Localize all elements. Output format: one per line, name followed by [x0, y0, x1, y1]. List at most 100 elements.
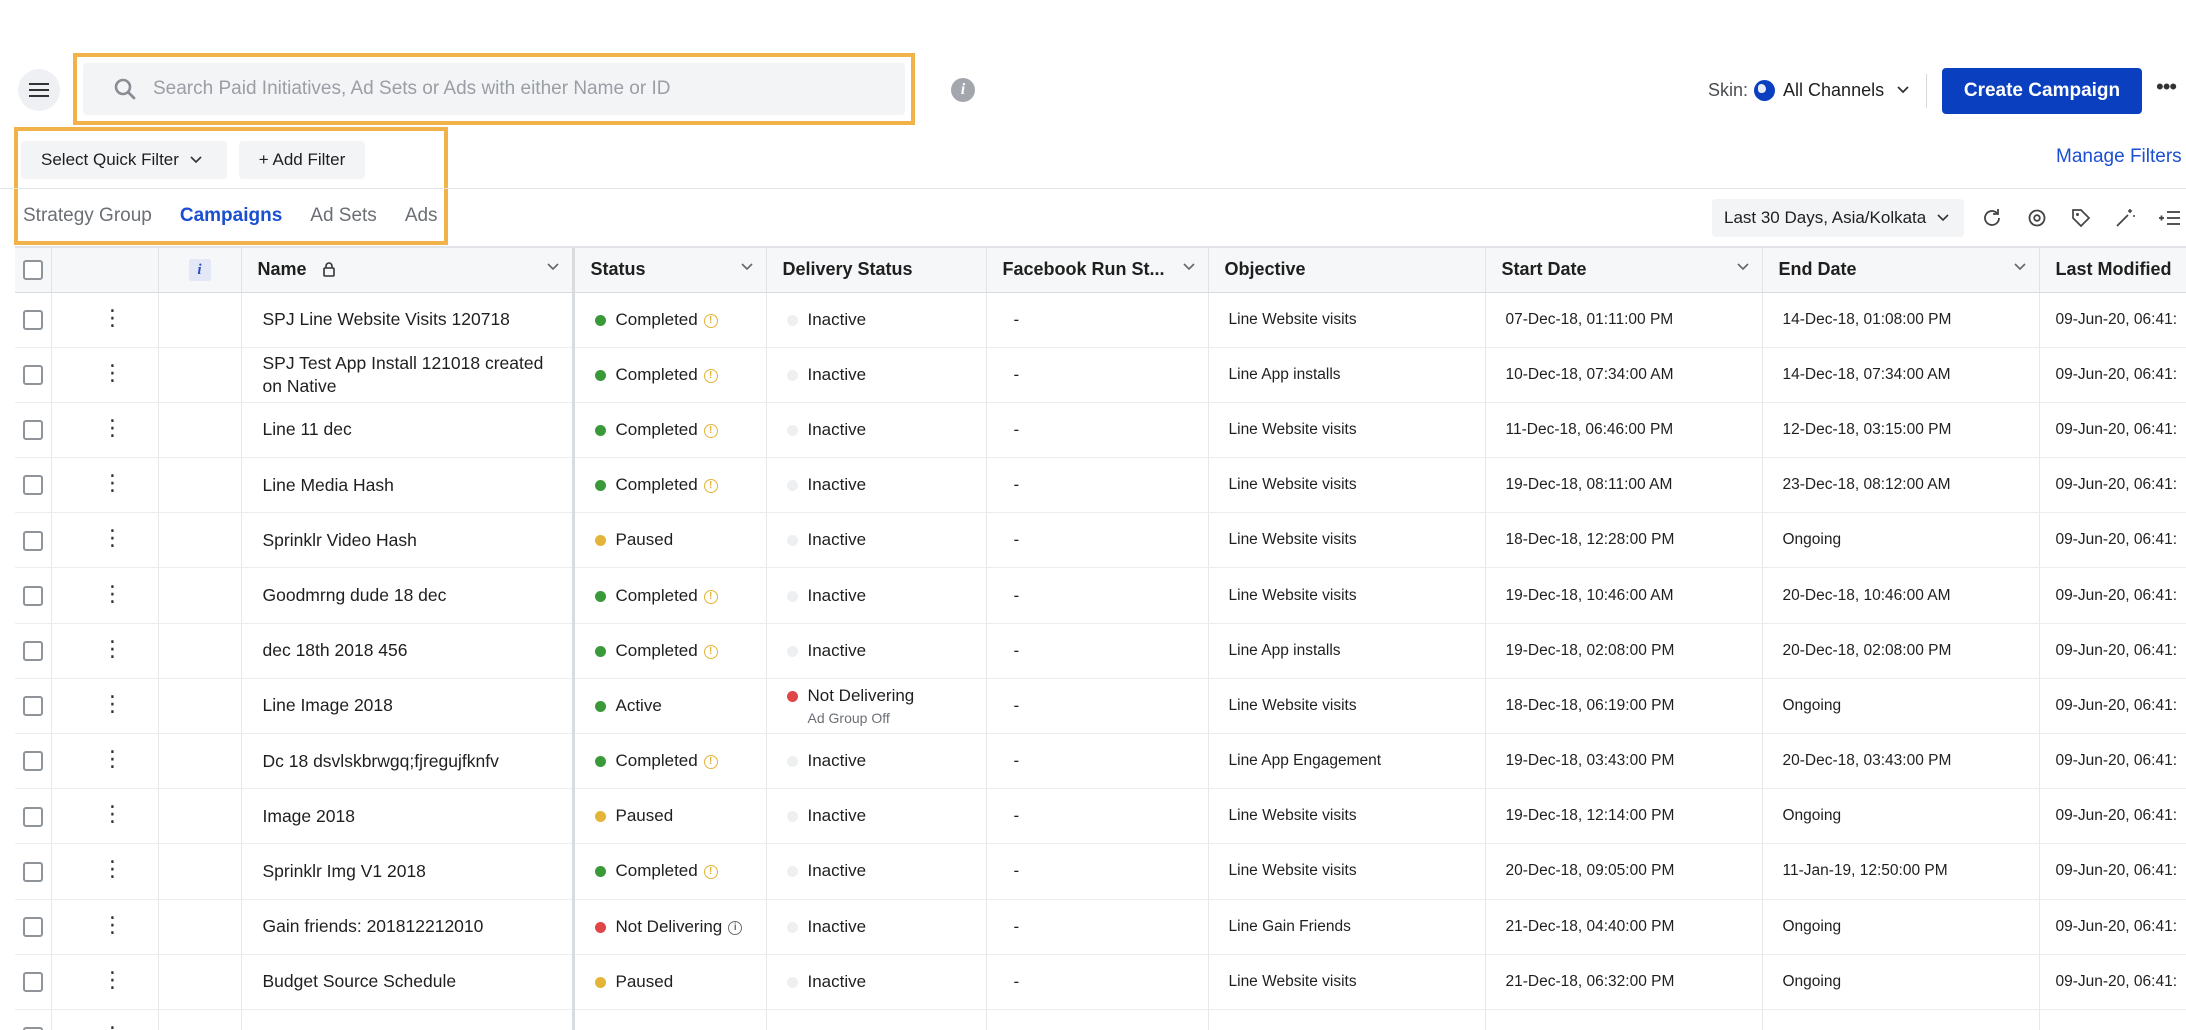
table-row[interactable]: ⋮ Line Image 2018 Active Not Delivering A…: [15, 678, 2186, 735]
kebab-menu-icon[interactable]: ⋮: [102, 913, 124, 935]
table-row[interactable]: ⋮ Budget Source Schedule Paused Inactive…: [15, 954, 2186, 1010]
table-row[interactable]: ⋮ Line Media Hash Completed! Inactive - …: [15, 457, 2186, 514]
header-start-date[interactable]: Start Date: [1485, 248, 1763, 293]
warning-icon[interactable]: !: [703, 865, 718, 880]
campaign-name[interactable]: SPJ Line Website Visits 120718: [241, 292, 575, 348]
row-checkbox[interactable]: [23, 751, 43, 772]
end-date: 11-Jan-19, 12:50:00 PM: [1762, 843, 2040, 900]
skin-selector[interactable]: Skin: All Channels: [1708, 78, 1910, 102]
search-input[interactable]: [153, 78, 853, 100]
add-filter-button[interactable]: + Add Filter: [239, 141, 365, 179]
table-row[interactable]: ⋮ Dc 18 dsvlskbrwgq;fjregujfknfv Complet…: [15, 733, 2186, 790]
tag-icon[interactable]: [2068, 205, 2094, 231]
row-checkbox[interactable]: [23, 806, 43, 827]
row-checkbox[interactable]: [23, 696, 43, 717]
kebab-menu-icon[interactable]: ⋮: [102, 803, 124, 825]
kebab-menu-icon[interactable]: ⋮: [102, 637, 124, 659]
campaign-name[interactable]: Image 2018: [241, 788, 575, 845]
tab-ad-sets[interactable]: Ad Sets: [310, 205, 377, 227]
chevron-down-icon[interactable]: [546, 262, 560, 272]
kebab-menu-icon[interactable]: ⋮: [102, 692, 124, 714]
header-name[interactable]: Name: [241, 248, 575, 293]
table-row[interactable]: ⋮ Sprinklr Img V1 2018 Completed! Inacti…: [15, 843, 2186, 900]
chevron-down-icon[interactable]: [2013, 262, 2027, 272]
row-checkbox[interactable]: [23, 475, 43, 496]
row-checkbox[interactable]: [23, 972, 43, 993]
settings-icon[interactable]: [2024, 205, 2050, 231]
chevron-down-icon[interactable]: [740, 262, 754, 272]
header-facebook-run-status[interactable]: Facebook Run St...: [986, 248, 1209, 293]
more-options-icon[interactable]: •••: [2156, 76, 2182, 104]
manage-filters-link[interactable]: Manage Filters: [2056, 146, 2186, 168]
row-checkbox[interactable]: [23, 585, 43, 606]
warning-icon[interactable]: !: [703, 589, 718, 604]
info-icon[interactable]: i: [728, 920, 743, 935]
warning-icon[interactable]: !: [703, 479, 718, 494]
campaign-name[interactable]: Goodmrng dude 18 dec: [241, 567, 575, 624]
kebab-menu-icon[interactable]: ⋮: [102, 527, 124, 549]
campaign-name[interactable]: Sprinklr Video Hash: [241, 512, 575, 569]
table-row[interactable]: ⋮ dec 18th 2018 456 Completed! Inactive …: [15, 623, 2186, 679]
tab-strategy-group[interactable]: Strategy Group: [23, 205, 152, 227]
kebab-menu-icon[interactable]: ⋮: [102, 858, 124, 880]
table-row[interactable]: ⋮ Sprinklr Video Hash Paused Inactive - …: [15, 512, 2186, 569]
magic-wand-icon[interactable]: [2112, 205, 2138, 231]
campaign-name[interactable]: dec 18th 2018 456: [241, 623, 575, 679]
campaign-name[interactable]: Line Media Hash: [241, 457, 575, 514]
header-select-all[interactable]: [15, 248, 52, 293]
header-last-modified[interactable]: Last Modified: [2039, 248, 2186, 293]
quick-filter-dropdown[interactable]: Select Quick Filter: [21, 141, 227, 179]
campaign-name[interactable]: Sprinklr Img V1 2018: [241, 843, 575, 900]
refresh-icon[interactable]: [1979, 205, 2005, 231]
tab-campaigns[interactable]: Campaigns: [180, 205, 282, 227]
campaign-name[interactable]: Gain friends: 201812212010: [241, 899, 575, 955]
header-status[interactable]: Status: [573, 248, 767, 293]
tab-ads[interactable]: Ads: [405, 205, 438, 227]
warning-icon[interactable]: !: [703, 423, 718, 438]
table-row[interactable]: ⋮ Image 2018 Paused Inactive - Line Webs…: [15, 788, 2186, 845]
warning-icon[interactable]: !: [703, 368, 718, 383]
row-checkbox[interactable]: [23, 420, 43, 441]
campaign-name[interactable]: Spr Web AdsSup Dec 22 2018 1: [241, 1009, 575, 1030]
date-range-dropdown[interactable]: Last 30 Days, Asia/Kolkata: [1712, 199, 1964, 237]
table-row[interactable]: ⋮ Spr Web AdsSup Dec 22 2018 1: [15, 1009, 2186, 1030]
kebab-menu-icon[interactable]: ⋮: [102, 416, 124, 438]
row-checkbox[interactable]: [23, 365, 43, 386]
campaign-name[interactable]: Dc 18 dsvlskbrwgq;fjregujfknfv: [241, 733, 575, 790]
chevron-down-icon[interactable]: [1736, 262, 1750, 272]
select-all-checkbox[interactable]: [23, 260, 43, 281]
row-checkbox[interactable]: [23, 530, 43, 551]
row-checkbox[interactable]: [23, 861, 43, 882]
header-objective[interactable]: Objective: [1208, 248, 1486, 293]
row-checkbox[interactable]: [23, 916, 43, 937]
create-campaign-button[interactable]: Create Campaign: [1942, 68, 2142, 114]
search-bar[interactable]: [83, 63, 905, 115]
column-settings-icon[interactable]: [2156, 205, 2182, 231]
objective: [1208, 1009, 1486, 1030]
chevron-down-icon[interactable]: [1182, 262, 1196, 272]
kebab-menu-icon[interactable]: ⋮: [102, 968, 124, 990]
row-checkbox[interactable]: [23, 309, 43, 330]
warning-icon[interactable]: !: [703, 313, 718, 328]
table-row[interactable]: ⋮ Goodmrng dude 18 dec Completed! Inacti…: [15, 567, 2186, 624]
header-end-date[interactable]: End Date: [1762, 248, 2040, 293]
table-row[interactable]: ⋮ Gain friends: 201812212010 Not Deliver…: [15, 899, 2186, 955]
row-checkbox[interactable]: [23, 640, 43, 661]
table-row[interactable]: ⋮ Line 11 dec Completed! Inactive - Line…: [15, 402, 2186, 459]
info-icon[interactable]: i: [951, 78, 975, 102]
kebab-menu-icon[interactable]: ⋮: [102, 582, 124, 604]
hamburger-menu-button[interactable]: [18, 69, 60, 111]
campaign-name[interactable]: Budget Source Schedule: [241, 954, 575, 1010]
kebab-menu-icon[interactable]: ⋮: [102, 472, 124, 494]
campaign-name[interactable]: Line Image 2018: [241, 678, 575, 735]
warning-icon[interactable]: !: [703, 644, 718, 659]
kebab-menu-icon[interactable]: ⋮: [102, 306, 124, 328]
table-row[interactable]: ⋮ SPJ Test App Install 121018 created on…: [15, 347, 2186, 403]
campaign-name[interactable]: SPJ Test App Install 121018 created on N…: [241, 347, 575, 403]
warning-icon[interactable]: !: [703, 755, 718, 770]
kebab-menu-icon[interactable]: ⋮: [102, 361, 124, 383]
table-row[interactable]: ⋮ SPJ Line Website Visits 120718 Complet…: [15, 292, 2186, 348]
header-delivery-status[interactable]: Delivery Status: [766, 248, 987, 293]
campaign-name[interactable]: Line 11 dec: [241, 402, 575, 459]
kebab-menu-icon[interactable]: ⋮: [102, 748, 124, 770]
